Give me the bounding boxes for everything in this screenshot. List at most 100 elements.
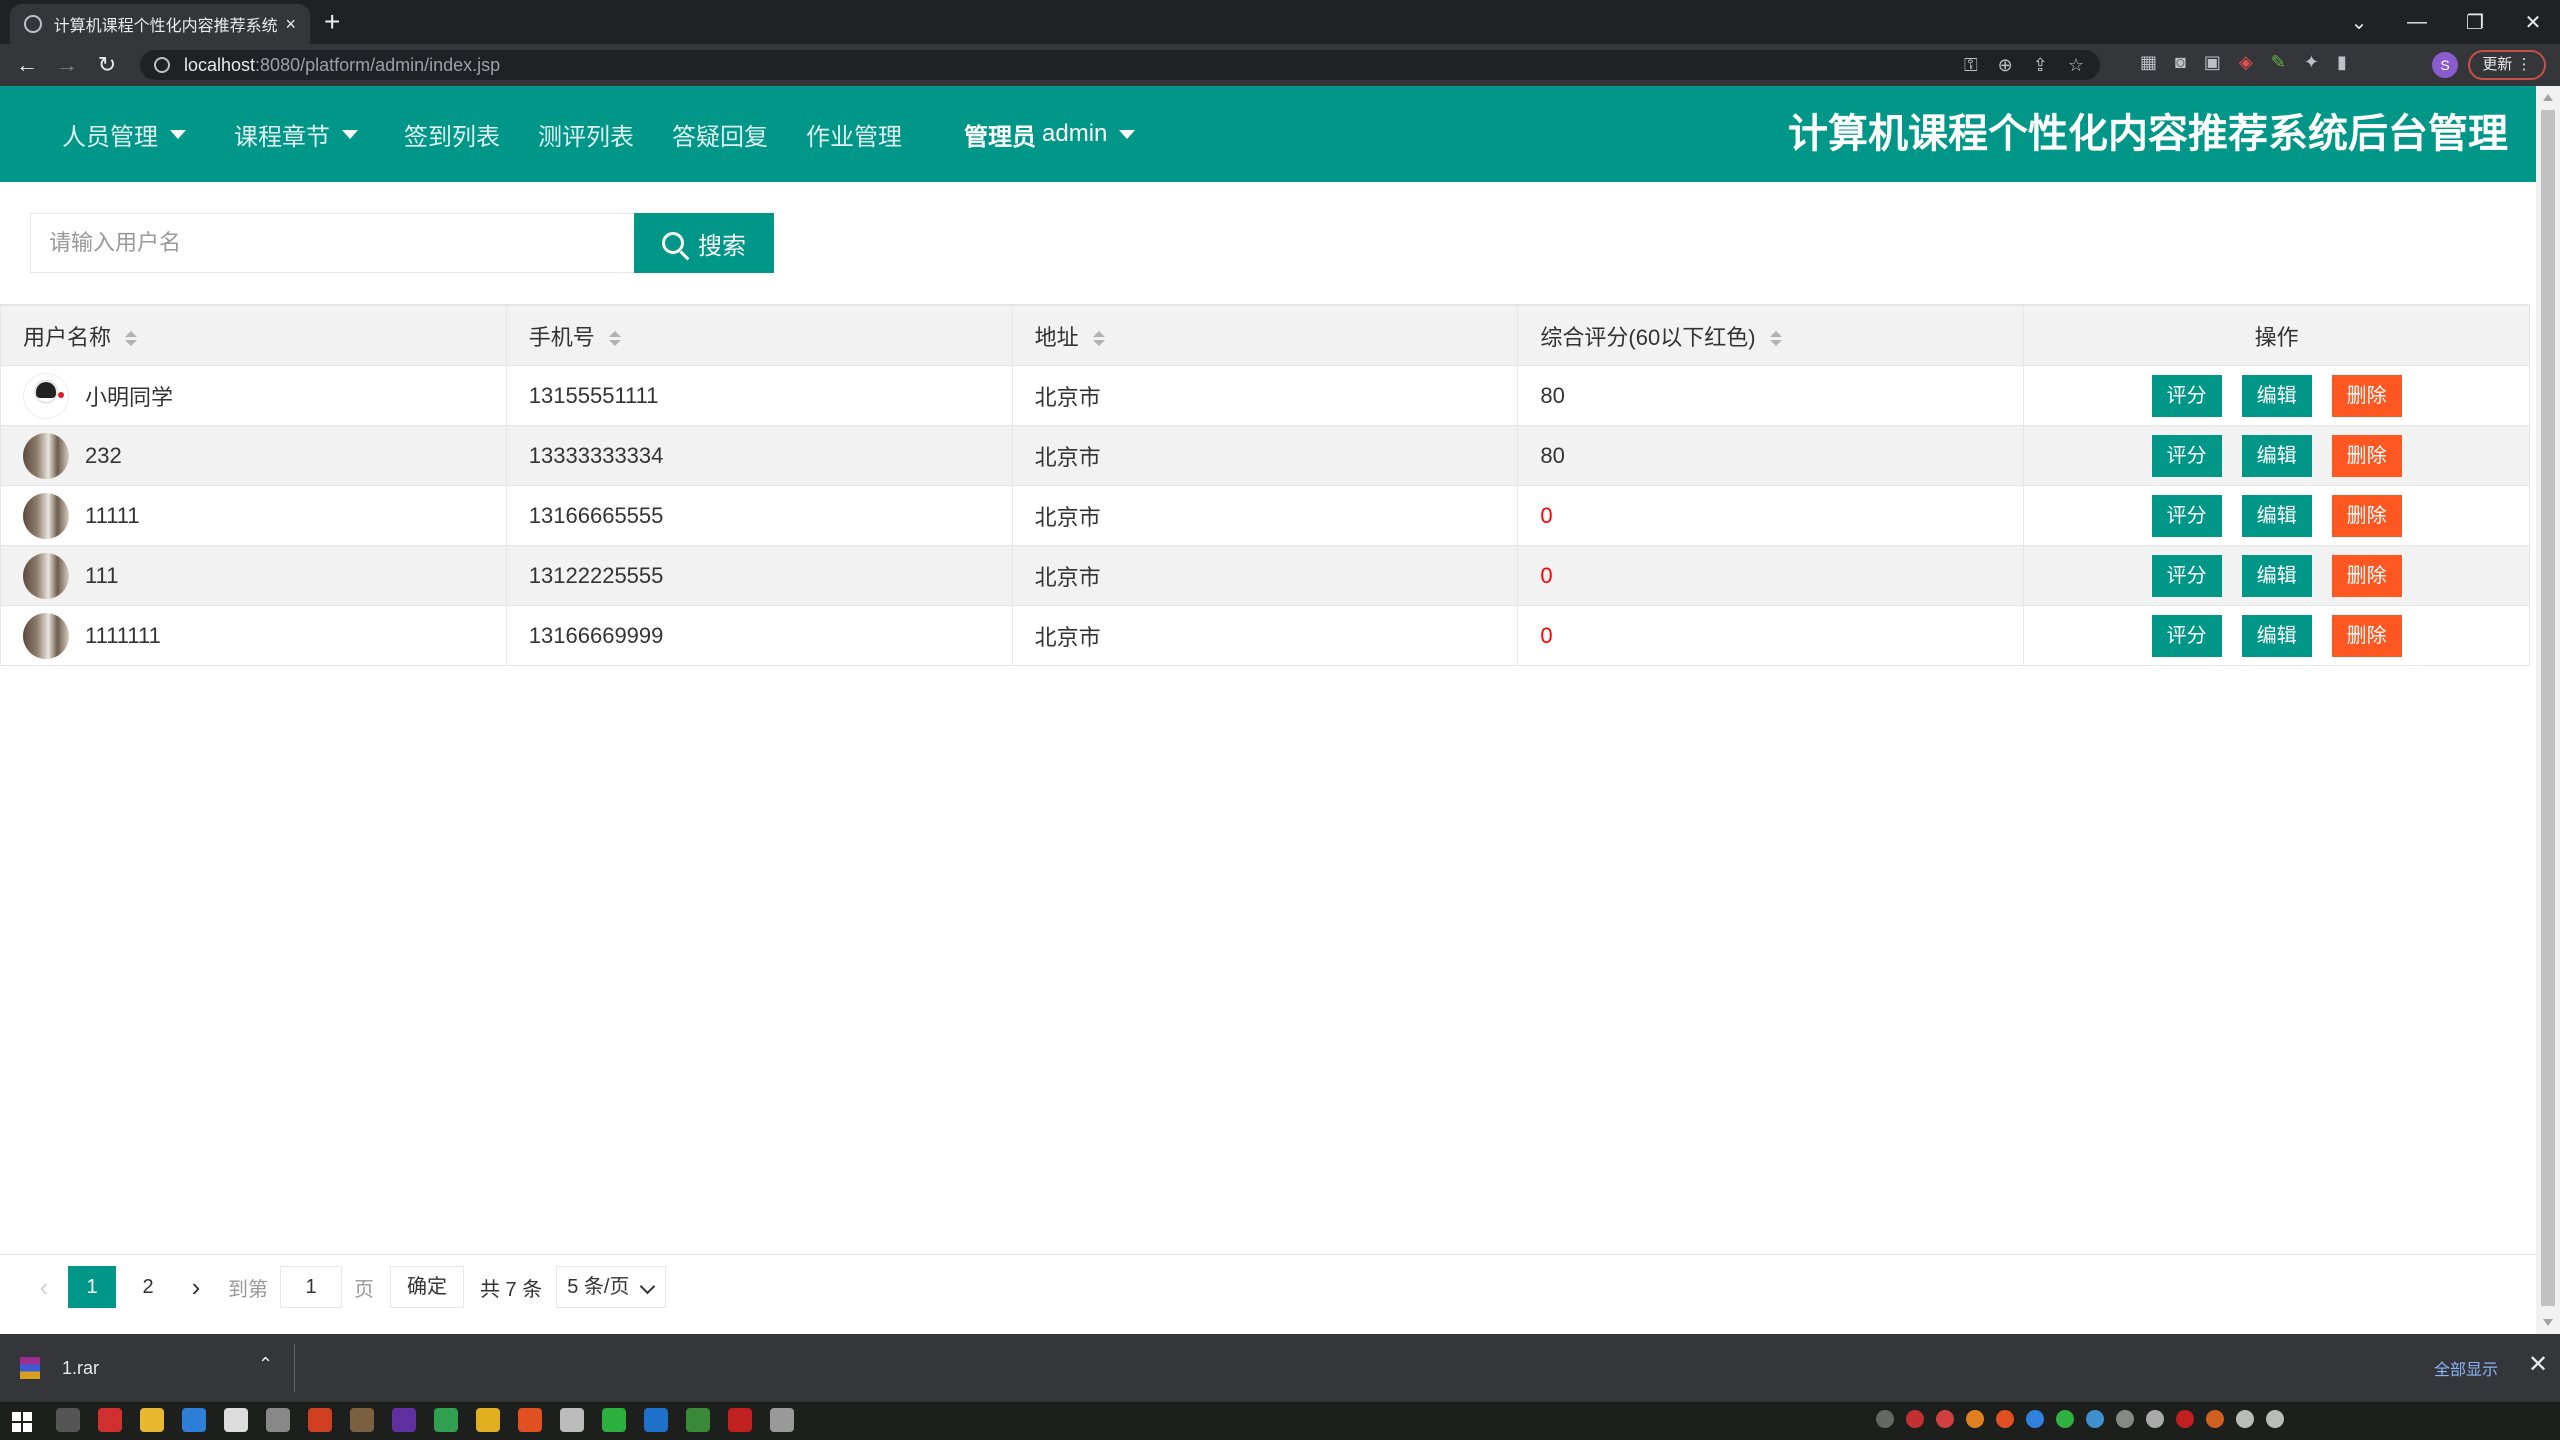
- image-extension-icon[interactable]: ▣: [2204, 52, 2221, 73]
- pen-extension-icon[interactable]: ✎: [2271, 52, 2286, 73]
- rate-button[interactable]: 评分: [2151, 554, 2222, 597]
- search-button[interactable]: 搜索: [634, 213, 774, 273]
- tray-icon[interactable]: [2176, 1410, 2194, 1428]
- tray-icon[interactable]: [1996, 1410, 2014, 1428]
- address-bar[interactable]: localhost :8080/platform/admin/index.jsp…: [140, 50, 2100, 80]
- app-icon[interactable]: [98, 1408, 122, 1432]
- zoom-icon[interactable]: ⊕: [1998, 55, 2013, 76]
- sort-icon[interactable]: [1092, 330, 1105, 347]
- tray-icon[interactable]: [2146, 1410, 2164, 1428]
- page-1-button[interactable]: 1: [68, 1266, 116, 1308]
- scrollbar-thumb[interactable]: [2541, 110, 2555, 1306]
- app-icon[interactable]: [434, 1408, 458, 1432]
- search-icon[interactable]: [56, 1408, 80, 1432]
- new-tab-button[interactable]: +: [324, 4, 340, 40]
- reload-icon[interactable]: ↻: [92, 50, 122, 80]
- rate-button[interactable]: 评分: [2151, 494, 2222, 537]
- app-icon[interactable]: [728, 1408, 752, 1432]
- goto-page-input[interactable]: 1: [280, 1266, 342, 1308]
- site-info-icon[interactable]: [154, 57, 170, 73]
- nav-personnel[interactable]: 人员管理: [38, 86, 210, 182]
- rate-button[interactable]: 评分: [2151, 434, 2222, 477]
- page-2-button[interactable]: 2: [124, 1266, 172, 1308]
- prev-page-icon[interactable]: ‹: [24, 1272, 64, 1303]
- share-icon[interactable]: ⇪: [2033, 55, 2048, 76]
- sort-icon[interactable]: [125, 330, 138, 347]
- tray-icon[interactable]: [1966, 1410, 1984, 1428]
- tray-icon[interactable]: [2086, 1410, 2104, 1428]
- shield-extension-icon[interactable]: ◈: [2239, 52, 2253, 73]
- app-icon[interactable]: [392, 1408, 416, 1432]
- browser-tab[interactable]: 计算机课程个性化内容推荐系统后 ×: [10, 4, 310, 44]
- app-icon[interactable]: [644, 1408, 668, 1432]
- column-header-phone[interactable]: 手机号: [505, 305, 1013, 366]
- rate-button[interactable]: 评分: [2151, 374, 2222, 417]
- tray-icon[interactable]: [2236, 1410, 2254, 1428]
- wechat-icon[interactable]: [602, 1408, 626, 1432]
- app-icon[interactable]: [560, 1408, 584, 1432]
- nav-evaluation-list[interactable]: 测评列表: [538, 86, 672, 182]
- back-arrow-icon[interactable]: ←: [12, 50, 42, 80]
- nav-sign-in-list[interactable]: 签到列表: [382, 86, 538, 182]
- sort-icon[interactable]: [608, 330, 621, 347]
- rate-button[interactable]: 评分: [2151, 614, 2222, 657]
- nav-qa-reply[interactable]: 答疑回复: [672, 86, 806, 182]
- extension-icon[interactable]: ▦: [2140, 52, 2157, 73]
- app-icon[interactable]: [308, 1408, 332, 1432]
- key-icon[interactable]: ⚿: [1964, 55, 1978, 76]
- tray-icon[interactable]: [2026, 1410, 2044, 1428]
- side-panel-icon[interactable]: ▮: [2337, 52, 2347, 73]
- delete-button[interactable]: 删除: [2331, 554, 2402, 597]
- nav-homework[interactable]: 作业管理: [806, 86, 964, 182]
- restore-button[interactable]: ❐: [2446, 10, 2504, 35]
- sort-icon[interactable]: [1769, 330, 1782, 347]
- edit-button[interactable]: 编辑: [2241, 494, 2312, 537]
- tray-icon[interactable]: [2056, 1410, 2074, 1428]
- edit-button[interactable]: 编辑: [2241, 554, 2312, 597]
- show-all-downloads-link[interactable]: 全部显示: [2434, 1356, 2498, 1380]
- tray-icon[interactable]: [1876, 1410, 1894, 1428]
- puzzle-icon[interactable]: ✦: [2304, 52, 2319, 73]
- app-icon[interactable]: [686, 1408, 710, 1432]
- tray-icon[interactable]: [1906, 1410, 1924, 1428]
- delete-button[interactable]: 删除: [2331, 434, 2402, 477]
- edit-button[interactable]: 编辑: [2241, 374, 2312, 417]
- goto-confirm-button[interactable]: 确定: [390, 1266, 464, 1308]
- folder-icon[interactable]: [476, 1408, 500, 1432]
- tray-icon[interactable]: [2206, 1410, 2224, 1428]
- app-icon[interactable]: [224, 1408, 248, 1432]
- scroll-down-icon[interactable]: [2543, 1319, 2553, 1326]
- nav-course-chapters[interactable]: 课程章节: [210, 86, 382, 182]
- chevron-up-icon[interactable]: ⌃: [258, 1354, 273, 1375]
- username-search-input[interactable]: [30, 213, 634, 273]
- scroll-up-icon[interactable]: [2543, 94, 2553, 101]
- delete-button[interactable]: 删除: [2331, 494, 2402, 537]
- app-icon[interactable]: [518, 1408, 542, 1432]
- tray-icon[interactable]: [2116, 1410, 2134, 1428]
- app-icon[interactable]: [182, 1408, 206, 1432]
- column-header-username[interactable]: 用户名称: [0, 305, 507, 366]
- forward-arrow-icon[interactable]: →: [52, 50, 82, 80]
- chrome-icon[interactable]: [140, 1408, 164, 1432]
- edit-button[interactable]: 编辑: [2241, 434, 2312, 477]
- admin-menu[interactable]: 管理员 admin: [964, 86, 1136, 182]
- bookmark-star-icon[interactable]: ☆: [2068, 55, 2084, 76]
- app-icon[interactable]: [350, 1408, 374, 1432]
- close-download-bar-icon[interactable]: ✕: [2528, 1350, 2548, 1379]
- column-header-score[interactable]: 综合评分(60以下红色): [1517, 305, 2025, 366]
- edit-button[interactable]: 编辑: [2241, 614, 2312, 657]
- column-header-address[interactable]: 地址: [1011, 305, 1519, 366]
- page-scrollbar[interactable]: [2536, 86, 2560, 1334]
- tray-icon[interactable]: [1936, 1410, 1954, 1428]
- delete-button[interactable]: 删除: [2331, 374, 2402, 417]
- delete-button[interactable]: 删除: [2331, 614, 2402, 657]
- tab-close-icon[interactable]: ×: [285, 14, 296, 35]
- app-icon[interactable]: [266, 1408, 290, 1432]
- close-window-button[interactable]: ✕: [2504, 10, 2560, 35]
- next-page-icon[interactable]: ›: [176, 1272, 216, 1303]
- chat-icon[interactable]: [770, 1408, 794, 1432]
- camera-extension-icon[interactable]: ◙: [2175, 52, 2186, 73]
- page-size-select[interactable]: 5 条/页: [556, 1266, 667, 1308]
- tab-search-icon[interactable]: ⌄: [2330, 10, 2388, 35]
- minimize-button[interactable]: —: [2388, 11, 2446, 34]
